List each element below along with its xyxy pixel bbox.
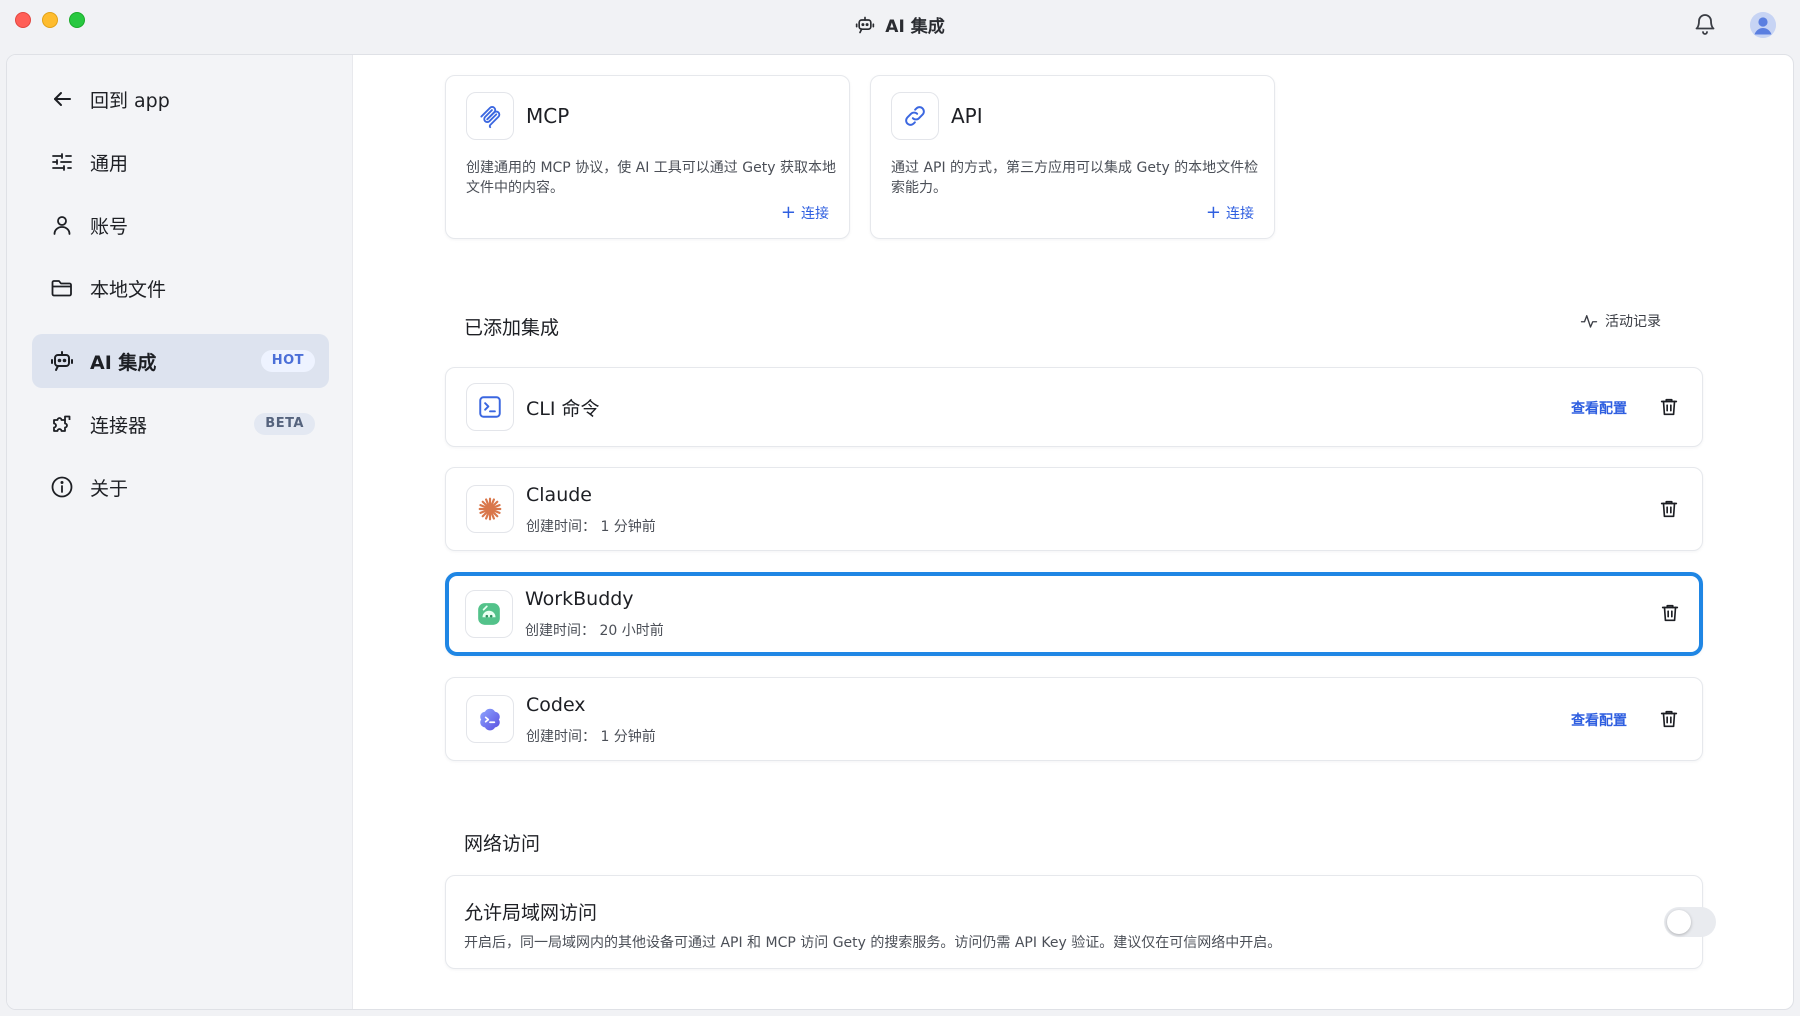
trash-icon[interactable] [1658,396,1680,418]
api-card: API 通过 API 的方式，第三方应用可以集成 Gety 的本地文件检索能力。… [870,75,1275,239]
user-avatar[interactable] [1750,12,1776,38]
lan-access-description: 开启后，同一局域网内的其他设备可通过 API 和 MCP 访问 Gety 的搜索… [464,935,1282,951]
activity-log-button[interactable]: 活动记录 [1580,311,1661,331]
activity-icon [1580,315,1598,328]
sidebar-item-label: 连接器 [90,414,148,437]
sidebar: 回到 app 通用 账号 本地文件 AI 集成 HOT 连接器 BETA 关于 [7,55,353,1009]
mcp-card: MCP 创建通用的 MCP 协议，使 AI 工具可以通过 Gety 获取本地文件… [445,75,850,239]
activity-log-label: 活动记录 [1605,314,1661,330]
integration-row-claude: Claude 创建时间： 1 分钟前 [445,467,1703,551]
integration-created-time: 创建时间： 20 小时前 [525,623,664,639]
network-access-title: 网络访问 [464,833,541,855]
lan-access-title: 允许局域网访问 [464,902,598,924]
codex-view-config-button[interactable]: 查看配置 [1571,710,1627,730]
sliders-icon [50,150,74,174]
robot-icon [856,16,875,33]
connect-label: 连接 [801,206,829,222]
lan-access-card: 允许局域网访问 开启后，同一局域网内的其他设备可通过 API 和 MCP 访问 … [445,875,1716,969]
window-title: AI 集成 [0,12,1800,37]
main-content: MCP 创建通用的 MCP 协议，使 AI 工具可以通过 Gety 获取本地文件… [353,55,1793,1009]
window-title-text: AI 集成 [885,17,945,37]
connect-label: 连接 [1226,206,1254,222]
sidebar-item-label: 关于 [90,477,129,500]
notification-bell-icon[interactable] [1693,12,1717,36]
mcp-icon [466,92,514,140]
mcp-connect-button[interactable]: + 连接 [781,203,829,223]
info-icon [50,475,74,499]
api-description: 通过 API 的方式，第三方应用可以集成 Gety 的本地文件检索能力。 [891,160,1259,196]
sidebar-item-account[interactable]: 账号 [32,198,329,252]
integration-created-time: 创建时间： 1 分钟前 [526,729,656,745]
hot-badge: HOT [260,350,315,372]
sidebar-item-connectors[interactable]: 连接器 BETA [32,397,329,451]
claude-icon [466,485,514,533]
integration-row-codex: Codex 创建时间： 1 分钟前 查看配置 [445,677,1703,761]
toggle-knob [1667,910,1691,934]
integration-name: WorkBuddy [525,588,634,610]
terminal-icon [466,383,514,431]
integration-row-cli: CLI 命令 查看配置 [445,367,1703,447]
integration-name: Claude [526,484,592,506]
link-icon [891,92,939,140]
plus-icon: + [1205,202,1221,223]
mcp-title: MCP [526,104,570,128]
integration-name: Codex [526,694,586,716]
sidebar-item-label: 通用 [90,152,129,175]
sidebar-item-label: 本地文件 [90,278,167,301]
sidebar-item-ai-integration[interactable]: AI 集成 HOT [32,334,329,388]
integration-row-workbuddy[interactable]: WorkBuddy 创建时间： 20 小时前 [445,572,1703,656]
trash-icon[interactable] [1658,498,1680,520]
sidebar-item-label: 账号 [90,215,129,238]
trash-icon[interactable] [1659,602,1681,624]
mcp-description: 创建通用的 MCP 协议，使 AI 工具可以通过 Gety 获取本地文件中的内容… [466,160,836,196]
trash-icon[interactable] [1658,708,1680,730]
lan-access-toggle[interactable] [1664,907,1716,937]
added-integrations-title: 已添加集成 [464,317,560,339]
api-title: API [951,104,983,128]
robot-icon [50,349,74,373]
sidebar-item-local-files[interactable]: 本地文件 [32,261,329,315]
cli-view-config-button[interactable]: 查看配置 [1571,398,1627,418]
integration-created-time: 创建时间： 1 分钟前 [526,519,656,535]
api-connect-button[interactable]: + 连接 [1206,203,1254,223]
sidebar-item-label: AI 集成 [90,351,157,374]
integration-name: CLI 命令 [526,398,600,420]
arrow-left-icon [50,87,74,111]
folder-icon [50,276,74,300]
workbuddy-icon [465,590,513,638]
sidebar-item-general[interactable]: 通用 [32,135,329,189]
settings-window: 回到 app 通用 账号 本地文件 AI 集成 HOT 连接器 BETA 关于 … [6,54,1794,1010]
plus-icon: + [780,202,796,223]
sidebar-item-back-to-app[interactable]: 回到 app [32,72,329,126]
title-bar: AI 集成 [0,0,1800,54]
puzzle-icon [50,412,74,436]
sidebar-item-label: 回到 app [90,89,170,112]
user-icon [50,213,74,237]
codex-icon [466,695,514,743]
beta-badge: BETA [254,413,315,435]
sidebar-item-about[interactable]: 关于 [32,460,329,514]
